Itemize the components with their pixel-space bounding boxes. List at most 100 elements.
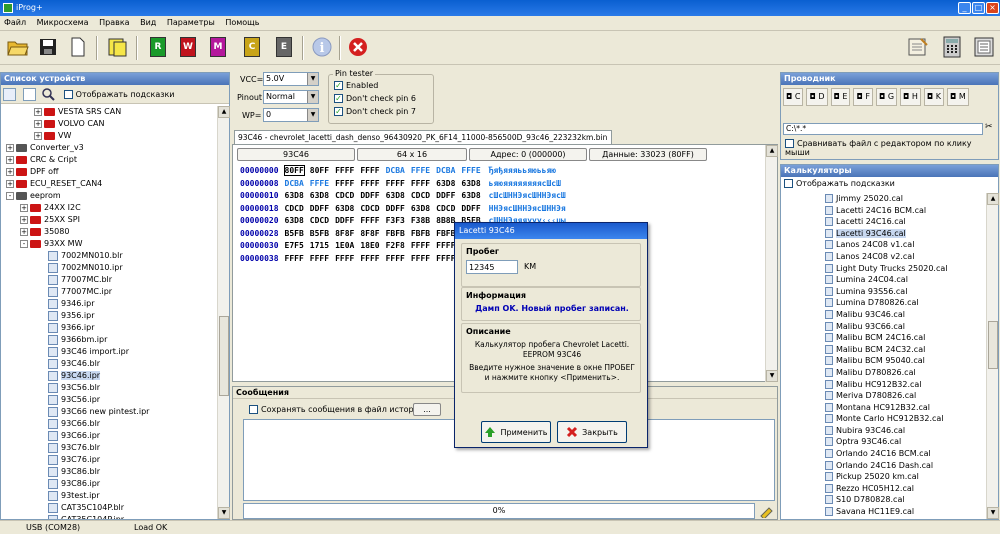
tree-item[interactable]: 93C46.ipr xyxy=(2,370,217,382)
hex-word[interactable]: FFFF xyxy=(310,254,329,263)
drive-button[interactable]: ◘ D xyxy=(806,88,828,106)
drive-button[interactable]: ◘ H xyxy=(900,88,921,106)
calculator-item[interactable]: Meriva D780826.cal xyxy=(781,390,986,402)
hex-word[interactable]: 18E0 xyxy=(360,241,379,250)
clear-log-icon[interactable] xyxy=(759,504,773,520)
hex-word[interactable]: 8F8F xyxy=(335,229,354,238)
browse-button[interactable]: ... xyxy=(413,403,441,416)
save-history-checkbox[interactable]: Сохранять сообщения в файл истории xyxy=(249,405,424,414)
hex-word[interactable]: 8F8F xyxy=(360,229,379,238)
expand-icon[interactable]: + xyxy=(6,155,14,164)
hex-word[interactable]: FFFF xyxy=(386,254,405,263)
notes-button[interactable] xyxy=(906,35,930,59)
hex-word[interactable]: DDFF xyxy=(436,191,455,200)
menu-file[interactable]: Файл xyxy=(0,16,30,29)
hex-word[interactable]: CDCD xyxy=(411,191,430,200)
hex-row[interactable]: 00000000 80FF 80FF FFFF FFFF DCBA FFFE DCBA FFFE… xyxy=(240,165,740,179)
hex-word[interactable]: 80FF xyxy=(310,166,329,175)
calculator-item[interactable]: Malibu BCM 24C16.cal xyxy=(781,332,986,344)
hex-word[interactable]: 63D8 xyxy=(461,179,480,188)
pin6-checkbox[interactable]: ✓ Don't check pin 6 xyxy=(334,94,416,103)
hex-word[interactable]: 1715 xyxy=(310,241,329,250)
compare-button[interactable]: C xyxy=(240,35,264,59)
copy-chip-button[interactable] xyxy=(106,35,130,59)
tree-item[interactable]: 77007MC.blr xyxy=(2,274,217,286)
tree-item[interactable]: 93test.ipr xyxy=(2,490,217,502)
tree-item[interactable]: + CRC & Cript xyxy=(2,154,217,166)
calculator-item[interactable]: Light Duty Trucks 25020.cal xyxy=(781,263,986,275)
expand-icon[interactable]: + xyxy=(20,227,28,236)
hex-word[interactable]: CDCD xyxy=(335,191,354,200)
hex-word[interactable]: FFFF xyxy=(436,241,455,250)
calculator-item[interactable]: Rezzo HC05H12.cal xyxy=(781,483,986,495)
drive-button[interactable]: ◘ E xyxy=(830,88,851,106)
hex-word[interactable]: FFFF xyxy=(335,179,354,188)
hex-row[interactable]: 00000010 63D8 63D8 CDCD DDFF 63D8 CDCD DDFF 63D8… xyxy=(240,191,740,204)
expand-icon[interactable]: + xyxy=(6,179,14,188)
hex-word[interactable]: DCBA xyxy=(436,166,455,175)
menu-chip[interactable]: Микросхема xyxy=(33,16,93,29)
calculator-item[interactable]: Pickup 25020 km.cal xyxy=(781,471,986,483)
close-button[interactable]: Закрыть xyxy=(557,421,627,443)
calculator-item[interactable]: Nubira 93C46.cal xyxy=(781,425,986,437)
hex-word[interactable]: 1E0A xyxy=(335,241,354,250)
calc-scrollbar[interactable]: ▲ ▼ xyxy=(986,193,999,519)
write-button[interactable]: W xyxy=(176,35,200,59)
calculator-item[interactable]: Malibu 93C66.cal xyxy=(781,321,986,333)
expand-icon[interactable]: + xyxy=(20,215,28,224)
path-field[interactable]: C:\*.* xyxy=(783,123,983,135)
hex-word[interactable]: FFFF xyxy=(360,254,379,263)
expand-icon[interactable]: + xyxy=(6,143,14,152)
tree-item[interactable]: + ECU_RESET_CAN4 xyxy=(2,178,217,190)
hex-word[interactable]: FFFE xyxy=(461,166,480,175)
hex-scrollbar[interactable]: ▲ ▼ xyxy=(765,145,778,382)
hex-word[interactable]: FFFF xyxy=(285,254,304,263)
hex-word[interactable]: 63D8 xyxy=(310,191,329,200)
calculator-item[interactable]: Montana HC912B32.cal xyxy=(781,402,986,414)
hex-word[interactable]: FBFB xyxy=(436,229,455,238)
hex-word[interactable]: 80FF xyxy=(283,165,305,176)
hex-row[interactable]: 00000018 CDCD DDFF 63D8 CDCD DDFF 63D8 CDCD DDFF… xyxy=(240,204,740,217)
tree-item[interactable]: 93C76.blr xyxy=(2,442,217,454)
tree-item[interactable]: + DPF off xyxy=(2,166,217,178)
mileage-input[interactable] xyxy=(466,260,518,274)
tree-item[interactable]: - eeprom xyxy=(2,190,217,202)
hex-word[interactable]: F3F3 xyxy=(386,216,405,225)
hex-word[interactable]: FFFE xyxy=(310,179,329,188)
hex-word[interactable]: DCBA xyxy=(386,166,405,175)
hex-word[interactable]: F38B xyxy=(411,216,430,225)
calc-hints-checkbox[interactable]: Отображать подсказки xyxy=(781,177,998,190)
tree-item[interactable]: 93C66 new pintest.ipr xyxy=(2,406,217,418)
drive-button[interactable]: ◘ K xyxy=(923,88,945,106)
info-button[interactable]: i xyxy=(310,35,334,59)
tree-item[interactable]: + VW xyxy=(2,130,217,142)
hex-word[interactable]: 63D8 xyxy=(436,179,455,188)
vcc-select[interactable]: 5.0V ▼ xyxy=(263,72,319,86)
drive-button[interactable]: ◘ M xyxy=(947,88,969,106)
hex-word[interactable]: FFFF xyxy=(411,254,430,263)
hex-word[interactable]: DDFF xyxy=(461,204,480,213)
hex-row[interactable]: 00000008 DCBA FFFE FFFF FFFF FFFF FFFF 63D8 63D8… xyxy=(240,179,740,192)
calculator-item[interactable]: Lumina D780826.cal xyxy=(781,297,986,309)
calculator-button[interactable] xyxy=(940,35,964,59)
tree-item[interactable]: CAT35C104P.blr xyxy=(2,502,217,514)
memory-button[interactable] xyxy=(972,35,996,59)
tree-item[interactable]: + VESTA SRS CAN xyxy=(2,106,217,118)
menu-help[interactable]: Помощь xyxy=(221,16,263,29)
tree-item[interactable]: CAT35C104P.ipr xyxy=(2,514,217,519)
minimize-button[interactable]: _ xyxy=(958,2,971,14)
tree-item[interactable]: 9346.ipr xyxy=(2,298,217,310)
hex-word[interactable]: DDFF xyxy=(386,204,405,213)
tree-item[interactable]: 93C56.blr xyxy=(2,382,217,394)
modify-button[interactable]: M xyxy=(206,35,230,59)
drive-button[interactable]: ◘ G xyxy=(875,88,898,106)
erase-button[interactable]: E xyxy=(272,35,296,59)
calculator-item[interactable]: Orlando 24C16 BCM.cal xyxy=(781,448,986,460)
tree-item[interactable]: 93C56.ipr xyxy=(2,394,217,406)
hex-word[interactable]: FFFF xyxy=(411,241,430,250)
tree-item[interactable]: + VOLVO CAN xyxy=(2,118,217,130)
hex-word[interactable]: FBFB xyxy=(386,229,405,238)
tree-item[interactable]: 77007MC.ipr xyxy=(2,286,217,298)
collapse-icon[interactable]: - xyxy=(20,239,28,248)
hex-word[interactable]: FFFF xyxy=(335,254,354,263)
